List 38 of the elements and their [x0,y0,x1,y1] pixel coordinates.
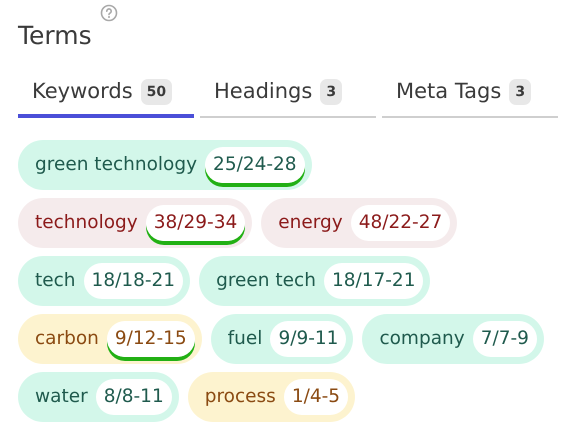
usage-count: 7/7-9 [472,320,537,356]
keyword-tag[interactable]: energy 48/22-27 [261,198,458,248]
keyword-text: energy [278,210,343,235]
keyword-tag[interactable]: green technology 25/24-28 [18,140,312,190]
count-badge: 3 [320,78,342,105]
usage-count: 9/9-11 [270,320,346,356]
usage-count: 48/22-27 [350,204,450,240]
keyword-text: green technology [35,152,198,177]
keyword-tag[interactable]: green tech 18/17-21 [199,256,430,306]
keyword-text: fuel [228,326,262,351]
keyword-text: carbon [35,326,99,351]
keyword-tag[interactable]: technology 38/29-34 [18,198,252,248]
usage-count: 25/24-28 [205,146,305,182]
usage-count: 9/12-15 [106,320,195,356]
keyword-text: company [379,326,465,351]
usage-count: 38/29-34 [146,204,246,240]
help-icon[interactable] [100,4,118,22]
keyword-tag[interactable]: company 7/7-9 [362,314,544,364]
usage-count: 8/8-11 [96,378,172,414]
keyword-tag[interactable]: tech 18/18-21 [18,256,190,306]
keyword-text: tech [35,268,76,293]
tab[interactable]: Headings 3 [200,70,376,118]
usage-count: 18/17-21 [324,262,424,298]
usage-count: 1/4-5 [284,378,348,414]
count-badge: 50 [140,78,172,105]
keyword-text: technology [35,210,138,235]
tab[interactable]: Meta Tags 3 [382,70,558,118]
keyword-text: water [35,384,88,409]
keyword-text: process [204,384,276,409]
count-badge: 3 [509,78,532,105]
keyword-text: green tech [216,268,316,293]
usage-count: 18/18-21 [84,262,184,298]
keyword-tag[interactable]: fuel 9/9-11 [210,314,354,364]
section-title: Terms [18,20,92,52]
tab[interactable]: Keywords 50 [18,70,194,118]
keyword-tag[interactable]: carbon 9/12-15 [18,314,202,364]
keyword-tag[interactable]: water 8/8-11 [18,372,179,422]
keyword-tag[interactable]: process 1/4-5 [188,372,356,422]
